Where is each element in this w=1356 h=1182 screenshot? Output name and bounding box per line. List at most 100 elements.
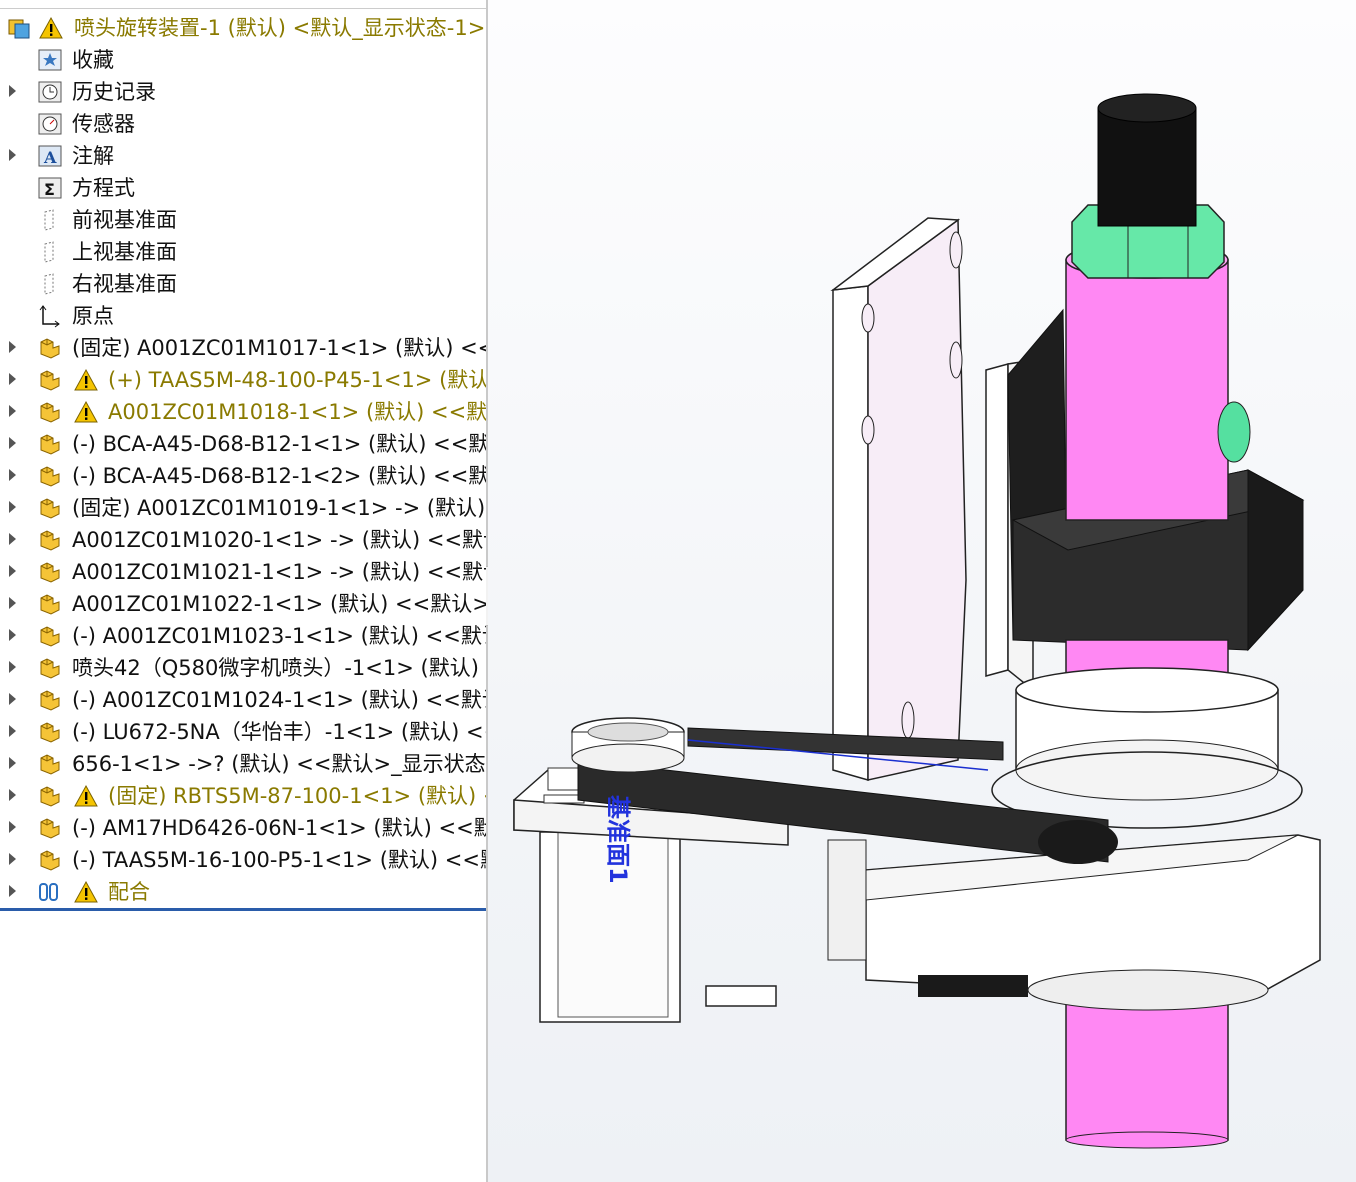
tree-node-label: (-) BCA-A45-D68-B12-1<2> (默认) <<默认>_显示状态… — [72, 464, 486, 488]
part-icon — [37, 336, 63, 360]
expand-arrow-icon[interactable] — [9, 757, 16, 769]
assembly-icon — [6, 16, 32, 40]
tree-node-label: (-) A001ZC01M1024-1<1> (默认) <<默认>_显示状态 1… — [72, 688, 486, 712]
annotation-icon: A — [37, 144, 63, 168]
expand-arrow-icon[interactable] — [9, 629, 16, 641]
tree-node-label: 喷头42（Q580微字机喷头）-1<1> (默认) <<默认>_显示状态 1> — [72, 656, 486, 680]
tree-node-label: 传感器 — [72, 112, 135, 136]
tree-root-assembly[interactable]: 喷头旋转装置-1 (默认) <默认_显示状态-1> — [0, 13, 486, 43]
expand-arrow-icon[interactable] — [9, 565, 16, 577]
tree-node[interactable]: A001ZC01M1021-1<1> -> (默认) <<默认>_显示状态 1> — [0, 557, 486, 587]
feature-manager-tree: 喷头旋转装置-1 (默认) <默认_显示状态-1> 收藏历史记录传感器 A 注解 Σ 方程… — [0, 0, 486, 1182]
tree-node[interactable]: Σ 方程式 — [0, 173, 486, 203]
graphics-viewport[interactable]: 基准面1 — [488, 0, 1356, 1182]
expand-arrow-icon[interactable] — [9, 693, 16, 705]
tree-node[interactable]: (-) BCA-A45-D68-B12-1<1> (默认) <<默认>_显示状态… — [0, 429, 486, 459]
tree-node-label: A001ZC01M1021-1<1> -> (默认) <<默认>_显示状态 1> — [72, 560, 486, 584]
motor-pulley — [571, 717, 685, 773]
expand-arrow-icon[interactable] — [9, 661, 16, 673]
tree-node-label: 前视基准面 — [72, 208, 177, 232]
tree-node[interactable]: A001ZC01M1020-1<1> -> (默认) <<默认>_显示状态 1> — [0, 525, 486, 555]
tree-node[interactable]: 历史记录 — [0, 77, 486, 107]
tree-node-label: A001ZC01M1020-1<1> -> (默认) <<默认>_显示状态 1> — [72, 528, 486, 552]
tree-node-label: (固定) RBTS5M-87-100-1<1> (默认) <<默认>_显示状态 … — [108, 784, 486, 808]
rollback-bar[interactable] — [0, 908, 486, 911]
expand-arrow-icon[interactable] — [9, 821, 16, 833]
tree-node-label: (固定) A001ZC01M1019-1<1> -> (默认) <<默认>_显示… — [72, 496, 486, 520]
warning-icon — [73, 784, 99, 808]
tree-node[interactable]: (-) TAAS5M-16-100-P5-1<1> (默认) <<默认>_显示状… — [0, 845, 486, 875]
tree-node[interactable]: A001ZC01M1022-1<1> (默认) <<默认>_显示状态 1> — [0, 589, 486, 619]
tree-node-label: (-) TAAS5M-16-100-P5-1<1> (默认) <<默认>_显示状… — [72, 848, 486, 872]
tree-node-label: (-) A001ZC01M1023-1<1> (默认) <<默认>_显示状态 1… — [72, 624, 486, 648]
tree-node[interactable]: 前视基准面 — [0, 205, 486, 235]
tree-node[interactable]: (固定) A001ZC01M1017-1<1> (默认) <<默认>_显示状态 … — [0, 333, 486, 363]
expand-arrow-icon[interactable] — [9, 437, 16, 449]
expand-arrow-icon[interactable] — [9, 405, 16, 417]
tree-node[interactable]: 传感器 — [0, 109, 486, 139]
tree-node-label: 历史记录 — [72, 80, 156, 104]
reference-plane-label[interactable]: 基准面1 — [604, 795, 632, 884]
part-icon — [37, 528, 63, 552]
expand-arrow-icon[interactable] — [9, 469, 16, 481]
part-icon — [37, 624, 63, 648]
expand-arrow-icon[interactable] — [9, 341, 16, 353]
warning-icon — [38, 16, 64, 40]
tree-node-label: 656-1<1> ->? (默认) <<默认>_显示状态 1> — [72, 752, 486, 776]
expand-arrow-icon[interactable] — [9, 597, 16, 609]
origin-icon — [37, 304, 63, 328]
tree-node[interactable]: 右视基准面 — [0, 269, 486, 299]
plane-icon — [37, 208, 63, 232]
tree-node[interactable]: A001ZC01M1018-1<1> (默认) <<默认>_显示状态 1> — [0, 397, 486, 427]
plane-icon — [37, 240, 63, 264]
part-icon — [37, 816, 63, 840]
expand-arrow-icon[interactable] — [9, 373, 16, 385]
tree-node[interactable]: A 注解 — [0, 141, 486, 171]
tree-node-label: 方程式 — [72, 176, 135, 200]
tree-node[interactable]: (-) A001ZC01M1024-1<1> (默认) <<默认>_显示状态 1… — [0, 685, 486, 715]
tree-node-label: 收藏 — [72, 48, 114, 72]
part-icon — [37, 400, 63, 424]
tree-node-label: 注解 — [72, 144, 114, 168]
tree-node[interactable]: (-) AM17HD6426-06N-1<1> (默认) <<默认>_显示状态 … — [0, 813, 486, 843]
tree-node[interactable]: 原点 — [0, 301, 486, 331]
tree-node[interactable]: (固定) A001ZC01M1019-1<1> -> (默认) <<默认>_显示… — [0, 493, 486, 523]
part-icon — [37, 496, 63, 520]
tree-node-label: (-) AM17HD6426-06N-1<1> (默认) <<默认>_显示状态 … — [72, 816, 486, 840]
sensor-icon — [37, 112, 63, 136]
part-icon — [37, 368, 63, 392]
tree-node[interactable]: 喷头42（Q580微字机喷头）-1<1> (默认) <<默认>_显示状态 1> — [0, 653, 486, 683]
tree-node[interactable]: 配合 — [0, 877, 486, 907]
part-icon — [37, 464, 63, 488]
expand-arrow-icon[interactable] — [9, 533, 16, 545]
tree-node-label: A001ZC01M1018-1<1> (默认) <<默认>_显示状态 1> — [108, 400, 486, 424]
history-icon — [37, 80, 63, 104]
tree-node[interactable]: 上视基准面 — [0, 237, 486, 267]
tree-node[interactable]: 656-1<1> ->? (默认) <<默认>_显示状态 1> — [0, 749, 486, 779]
favorites-icon — [37, 48, 63, 72]
part-icon — [37, 560, 63, 584]
tree-node[interactable]: (+) TAAS5M-48-100-P45-1<1> (默认) <<默认>_显示… — [0, 365, 486, 395]
part-icon — [37, 656, 63, 680]
warning-icon — [73, 400, 99, 424]
plane-icon — [37, 272, 63, 296]
warning-icon — [73, 368, 99, 392]
svg-text:A: A — [43, 148, 57, 167]
tree-node-label: (-) LU672-5NA（华怡丰）-1<1> (默认) <<默认>_显示状态 … — [72, 720, 486, 744]
tree-node[interactable]: (-) A001ZC01M1023-1<1> (默认) <<默认>_显示状态 1… — [0, 621, 486, 651]
expand-arrow-icon[interactable] — [9, 149, 16, 161]
part-icon — [37, 688, 63, 712]
expand-arrow-icon[interactable] — [9, 853, 16, 865]
tree-node[interactable]: (-) BCA-A45-D68-B12-1<2> (默认) <<默认>_显示状态… — [0, 461, 486, 491]
expand-arrow-icon[interactable] — [9, 725, 16, 737]
tree-node[interactable]: (-) LU672-5NA（华怡丰）-1<1> (默认) <<默认>_显示状态 … — [0, 717, 486, 747]
mounting-plate — [830, 217, 967, 781]
expand-arrow-icon[interactable] — [9, 501, 16, 513]
expand-arrow-icon[interactable] — [9, 85, 16, 97]
tree-node[interactable]: (固定) RBTS5M-87-100-1<1> (默认) <<默认>_显示状态 … — [0, 781, 486, 811]
expand-arrow-icon[interactable] — [9, 789, 16, 801]
part-icon — [37, 848, 63, 872]
tree-node-label: 原点 — [72, 304, 114, 328]
expand-arrow-icon[interactable] — [9, 885, 16, 897]
tree-node[interactable]: 收藏 — [0, 45, 486, 75]
